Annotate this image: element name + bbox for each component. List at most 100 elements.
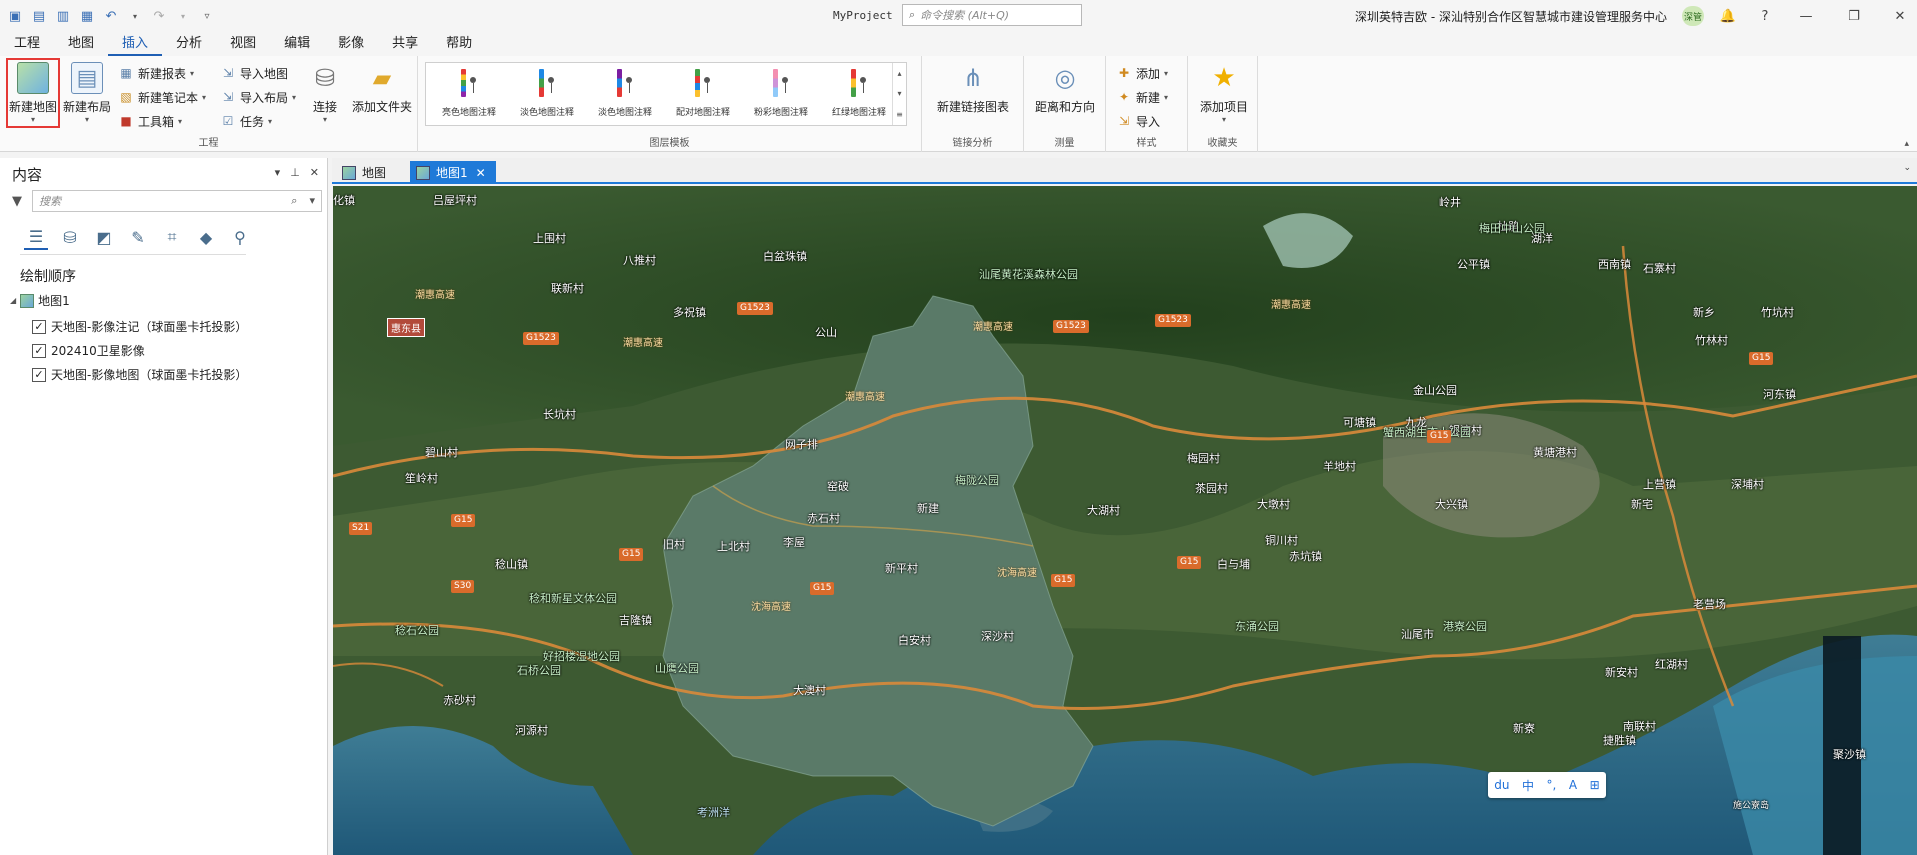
tab-map-view[interactable]: 地图 bbox=[336, 161, 396, 184]
style-new-button[interactable]: ✦ 新建 ▾ bbox=[1116, 86, 1168, 108]
font-icon[interactable]: A bbox=[1569, 778, 1577, 792]
close-tab-icon[interactable]: ✕ bbox=[476, 166, 486, 180]
expand-triangle-icon[interactable]: ◢ bbox=[10, 296, 16, 305]
punctuation-icon[interactable]: °, bbox=[1547, 778, 1557, 792]
map-place-label: 金山公园 bbox=[1413, 384, 1457, 397]
connect-button[interactable]: ⛁ 连接 ▾ bbox=[300, 60, 350, 126]
chevron-down-icon[interactable]: ▾ bbox=[897, 89, 901, 98]
chinese-input-icon[interactable]: 中 bbox=[1522, 777, 1534, 794]
layer-visibility-checkbox[interactable]: ✓ bbox=[32, 319, 46, 334]
search-icon[interactable]: ⌕ bbox=[291, 194, 297, 208]
tab-imagery[interactable]: 影像 bbox=[324, 32, 378, 56]
draw-order-icon[interactable]: ☰ bbox=[24, 224, 48, 250]
open-folder-icon[interactable]: ▤ bbox=[30, 7, 48, 25]
add-folder-button[interactable]: ▰ 添加文件夹 bbox=[350, 60, 414, 126]
close-pane-icon[interactable]: ✕ bbox=[310, 166, 319, 179]
layer-visibility-checkbox[interactable]: ✓ bbox=[32, 367, 46, 382]
source-icon[interactable]: ⛁ bbox=[58, 224, 82, 250]
layer-template-item[interactable]: 红绿地图注释 bbox=[820, 67, 898, 123]
snapping-icon[interactable]: ⌗ bbox=[160, 224, 184, 250]
close-icon[interactable]: ✕ bbox=[1890, 6, 1910, 26]
undo-icon[interactable]: ↶ bbox=[102, 7, 120, 25]
new-report-button[interactable]: ▦ 新建报表 ▾ bbox=[118, 62, 194, 84]
help-icon[interactable]: ? bbox=[1755, 6, 1775, 26]
style-new-icon: ✦ bbox=[1118, 90, 1130, 104]
distance-direction-button[interactable]: ◎ 距离和方向 bbox=[1030, 60, 1100, 126]
chevron-up-icon[interactable]: ▴ bbox=[897, 69, 901, 78]
filter-icon[interactable]: ▼ bbox=[12, 194, 22, 209]
collapse-ribbon-icon[interactable]: ▴ bbox=[1904, 139, 1909, 149]
command-search-box[interactable]: ⌕ 命令搜索 (Alt+Q) bbox=[902, 4, 1082, 26]
layer-template-item[interactable]: 粉彩地图注释 bbox=[742, 67, 820, 123]
new-notebook-button[interactable]: ▧ 新建笔记本 ▾ bbox=[118, 86, 206, 108]
import-layout-button[interactable]: ⇲ 导入布局 ▾ bbox=[220, 86, 296, 108]
tab-share[interactable]: 共享 bbox=[378, 32, 432, 56]
import-map-button[interactable]: ⇲ 导入地图 bbox=[220, 62, 288, 84]
notification-bell-icon[interactable]: 🔔 bbox=[1718, 6, 1738, 26]
editing-icon[interactable]: ✎ bbox=[126, 224, 150, 250]
new-map-button[interactable]: 新建地图 ▾ bbox=[6, 58, 60, 128]
chevron-down-icon[interactable]: ▾ bbox=[309, 194, 315, 208]
task-icon: ☑ bbox=[222, 114, 234, 128]
highway-shield: G1523 bbox=[1053, 320, 1089, 333]
new-link-chart-button[interactable]: ⋔ 新建链接图表 bbox=[928, 60, 1018, 126]
minimize-icon[interactable]: — bbox=[1796, 6, 1816, 26]
map-place-label: 上营镇 bbox=[1643, 478, 1676, 491]
chevron-down-icon: ▾ bbox=[202, 92, 207, 102]
avatar[interactable]: 深管 bbox=[1682, 6, 1704, 26]
tab-view[interactable]: 视图 bbox=[216, 32, 270, 56]
contents-search-input[interactable]: 搜索 ⌕ ▾ bbox=[32, 190, 322, 212]
chevron-down-icon[interactable]: ⌄ bbox=[1903, 163, 1911, 173]
baidu-icon[interactable]: du bbox=[1494, 778, 1509, 792]
toolbox-button[interactable]: ■ 工具箱 ▾ bbox=[118, 110, 182, 132]
tab-help[interactable]: 帮助 bbox=[432, 32, 486, 56]
customize-qat-icon[interactable]: ▿ bbox=[198, 7, 216, 25]
map-place-label: 新乡 bbox=[1693, 306, 1715, 319]
map-view[interactable]: 化镇 吕屋坪村 上围村 八推村 白盆珠镇 联新村 多祝镇 公山 长坑村 碧山村 笙岭村 网子排 窑破 李屋… bbox=[333, 186, 1917, 855]
layer-templates-label: 图层模板 bbox=[649, 138, 690, 149]
perspective-icon[interactable]: ⚲ bbox=[228, 224, 252, 250]
selection-icon[interactable]: ◩ bbox=[92, 224, 116, 250]
style-add-button[interactable]: ✚ 添加 ▾ bbox=[1116, 62, 1168, 84]
tab-insert[interactable]: 插入 bbox=[108, 32, 163, 56]
tab-map1-view[interactable]: 地图1 ✕ bbox=[410, 161, 496, 184]
layer-template-item[interactable]: 淡色地图注释 bbox=[508, 67, 586, 123]
new-layout-button[interactable]: ▤ 新建布局 ▾ bbox=[62, 60, 112, 126]
layer-visibility-checkbox[interactable]: ✓ bbox=[32, 343, 46, 358]
layer-template-item[interactable]: 淡色地图注释 bbox=[586, 67, 664, 123]
tab-project[interactable]: 工程 bbox=[0, 32, 54, 56]
tab-edit[interactable]: 编辑 bbox=[270, 32, 324, 56]
map-place-label: 白盆珠镇 bbox=[763, 250, 807, 263]
map-place-label: 窑破 bbox=[827, 480, 849, 493]
restore-icon[interactable]: ❐ bbox=[1844, 6, 1864, 26]
layer-template-item[interactable]: 亮色地图注释 bbox=[430, 67, 508, 123]
layer-item[interactable]: ✓ 天地图-影像注记（球面墨卡托投影） bbox=[32, 318, 247, 335]
tab-map[interactable]: 地图 bbox=[54, 32, 108, 56]
highway-shield: G1523 bbox=[523, 332, 559, 345]
undo-dropdown-icon[interactable]: ▾ bbox=[126, 7, 144, 25]
layer-template-item[interactable]: 配对地图注释 bbox=[664, 67, 742, 123]
layer-item[interactable]: ✓ 202410卫星影像 bbox=[32, 342, 145, 359]
pane-menu-icon[interactable]: ▾ bbox=[275, 166, 281, 179]
new-project-icon[interactable]: ▣ bbox=[6, 7, 24, 25]
save-icon[interactable]: ▥ bbox=[54, 7, 72, 25]
add-item-button[interactable]: ★ 添加项目 ▾ bbox=[1196, 60, 1252, 126]
gallery-expand-icon[interactable]: ≡ bbox=[896, 110, 903, 119]
gallery-scrollbar[interactable]: ▴ ▾ ≡ bbox=[892, 63, 906, 125]
print-icon[interactable]: ▦ bbox=[78, 7, 96, 25]
report-icon: ▦ bbox=[120, 66, 132, 80]
pin-icon[interactable]: ⊥ bbox=[290, 166, 300, 179]
highway-shield: G15 bbox=[1427, 430, 1452, 443]
layer-item[interactable]: ✓ 天地图-影像地图（球面墨卡托投影） bbox=[32, 366, 247, 383]
task-button[interactable]: ☑ 任务 ▾ bbox=[220, 110, 272, 132]
new-map-dropdown-icon: ▾ bbox=[30, 115, 35, 124]
grid-icon[interactable]: ⊞ bbox=[1590, 778, 1600, 792]
map-icon bbox=[342, 165, 356, 180]
redo-dropdown-icon[interactable]: ▾ bbox=[174, 7, 192, 25]
tab-analysis[interactable]: 分析 bbox=[162, 32, 216, 56]
redo-icon[interactable]: ↷ bbox=[150, 7, 168, 25]
labeling-icon[interactable]: ◆ bbox=[194, 224, 218, 250]
layer-template-gallery[interactable]: 亮色地图注释 淡色地图注释 淡色地图注释 配对地图注释 粉彩地图注释 红绿地图注释 ▴ ▾… bbox=[425, 62, 907, 126]
map-tree-root[interactable]: ◢ 地图1 bbox=[10, 292, 70, 309]
style-import-button[interactable]: ⇲ 导入 bbox=[1116, 110, 1160, 132]
